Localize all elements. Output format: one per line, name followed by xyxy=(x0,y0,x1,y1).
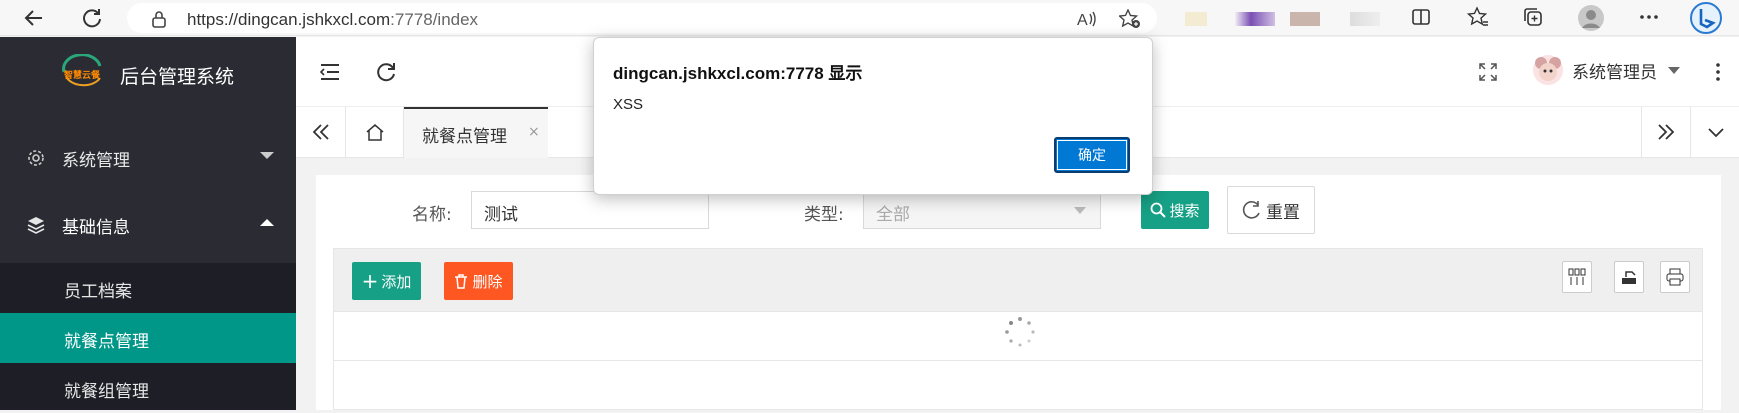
columns-icon xyxy=(1568,268,1586,285)
refresh-icon xyxy=(83,9,101,28)
ok-button[interactable]: 确定 xyxy=(1054,137,1130,173)
export-button[interactable] xyxy=(1614,261,1644,293)
reset-button[interactable]: 重置 xyxy=(1227,186,1315,234)
app-logo: 智慧云餐 xyxy=(62,54,102,87)
add-favorite-icon[interactable] xyxy=(1119,9,1141,29)
collections-icon[interactable] xyxy=(1522,6,1544,28)
table-row xyxy=(333,361,1703,410)
favorites-icon[interactable] xyxy=(1467,6,1489,28)
extension-icon[interactable] xyxy=(1185,12,1207,26)
search-button-label: 搜索 xyxy=(1169,201,1200,220)
table-toolbar: + 添加 删除 xyxy=(333,248,1703,312)
export-icon xyxy=(1622,271,1636,284)
back-button[interactable] xyxy=(22,6,46,30)
chevron-up-icon xyxy=(260,219,274,226)
plus-icon: + xyxy=(361,269,379,293)
tab-dining-point[interactable]: 就餐点管理 × xyxy=(404,107,548,158)
table-row xyxy=(333,312,1703,361)
more-vertical-icon[interactable] xyxy=(1706,60,1730,84)
extension-icon[interactable] xyxy=(1235,12,1275,26)
sidebar: 智慧云餐 后台管理系统 系统管理 基础信息 员工档案 就餐点管理 就餐组管理 xyxy=(0,37,296,410)
back-arrow-icon xyxy=(24,10,42,26)
home-tab[interactable] xyxy=(346,107,404,157)
sidebar-item-employee-archive[interactable]: 员工档案 xyxy=(0,263,296,313)
dialog-title: dingcan.jshkxcl.com:7778 显示 xyxy=(613,64,863,83)
chevron-down-icon xyxy=(260,152,274,159)
loading-spinner-icon xyxy=(1005,317,1035,347)
layers-icon xyxy=(27,217,45,234)
chevron-down-icon xyxy=(1074,207,1086,214)
sidebar-item-dining-group[interactable]: 就餐组管理 xyxy=(0,363,296,413)
chevron-down-icon[interactable] xyxy=(1668,67,1680,74)
dialog-message: XSS xyxy=(613,96,644,113)
double-chevron-left-icon xyxy=(312,124,329,140)
close-icon[interactable]: × xyxy=(528,124,540,140)
svg-text:A: A xyxy=(1077,12,1088,28)
tab-dropdown-button[interactable] xyxy=(1691,107,1739,157)
address-bar[interactable]: https://dingcan.jshkxcl.com:7778/index A xyxy=(127,3,1157,33)
menu-item-label: 系统管理 xyxy=(62,151,130,171)
menu-collapse-icon[interactable] xyxy=(318,60,342,84)
delete-button[interactable]: 删除 xyxy=(444,262,513,300)
read-aloud-icon[interactable]: A xyxy=(1077,10,1097,28)
browser-toolbar: https://dingcan.jshkxcl.com:7778/index A xyxy=(0,0,1739,36)
gear-icon xyxy=(28,150,44,166)
type-label: 类型: xyxy=(804,205,844,225)
profile-avatar-icon[interactable] xyxy=(1577,4,1605,32)
chevron-down-icon xyxy=(1708,128,1724,138)
user-name[interactable]: 系统管理员 xyxy=(1572,58,1657,83)
add-button[interactable]: + 添加 xyxy=(352,262,421,300)
sidebar-item-label: 员工档案 xyxy=(64,282,132,302)
url-text: https://dingcan.jshkxcl.com:7778/index xyxy=(187,10,479,29)
sidebar-item-dining-point[interactable]: 就餐点管理 xyxy=(0,313,296,363)
bing-chat-icon[interactable] xyxy=(1689,2,1723,34)
refresh-page-icon[interactable] xyxy=(374,60,398,84)
search-button[interactable]: 搜索 xyxy=(1141,191,1209,229)
name-input[interactable]: 测试 xyxy=(471,191,709,229)
search-icon xyxy=(1151,202,1167,218)
double-chevron-right-icon xyxy=(1658,124,1675,140)
avatar[interactable] xyxy=(1532,54,1564,86)
print-button[interactable] xyxy=(1660,261,1690,293)
submenu: 员工档案 就餐点管理 就餐组管理 xyxy=(0,263,296,410)
svg-text:智慧云餐: 智慧云餐 xyxy=(64,69,101,81)
menu-item-system[interactable]: 系统管理 xyxy=(0,130,296,186)
refresh-button[interactable] xyxy=(80,6,104,30)
columns-button[interactable] xyxy=(1562,261,1592,293)
menu-item-basic-info[interactable]: 基础信息 xyxy=(0,197,296,253)
lock-icon xyxy=(152,11,166,28)
type-select[interactable]: 全部 xyxy=(863,191,1101,229)
delete-button-label: 删除 xyxy=(472,272,503,291)
trash-icon xyxy=(455,273,468,289)
alert-dialog: dingcan.jshkxcl.com:7778 显示 XSS 确定 xyxy=(593,37,1153,195)
sidebar-item-label: 就餐点管理 xyxy=(64,332,149,352)
menu-item-label: 基础信息 xyxy=(62,218,130,238)
fullscreen-icon[interactable] xyxy=(1476,60,1500,84)
tab-label: 就餐点管理 xyxy=(422,127,507,147)
reset-button-label: 重置 xyxy=(1266,202,1300,223)
logo-area: 智慧云餐 后台管理系统 xyxy=(0,37,296,111)
tab-scroll-left-button[interactable] xyxy=(296,107,346,157)
print-icon xyxy=(1666,268,1684,286)
home-icon xyxy=(366,124,383,141)
reset-icon xyxy=(1242,201,1260,219)
tab-scroll-right-button[interactable] xyxy=(1641,107,1691,157)
name-label: 名称: xyxy=(412,205,452,225)
more-options-icon[interactable] xyxy=(1638,6,1660,28)
add-button-label: 添加 xyxy=(381,272,412,291)
sidebar-item-label: 就餐组管理 xyxy=(64,382,149,402)
app-title: 后台管理系统 xyxy=(120,66,235,88)
extension-icon[interactable] xyxy=(1350,12,1380,26)
extension-icon[interactable] xyxy=(1290,12,1320,26)
split-screen-icon[interactable] xyxy=(1410,6,1432,28)
type-select-value: 全部 xyxy=(876,205,910,225)
